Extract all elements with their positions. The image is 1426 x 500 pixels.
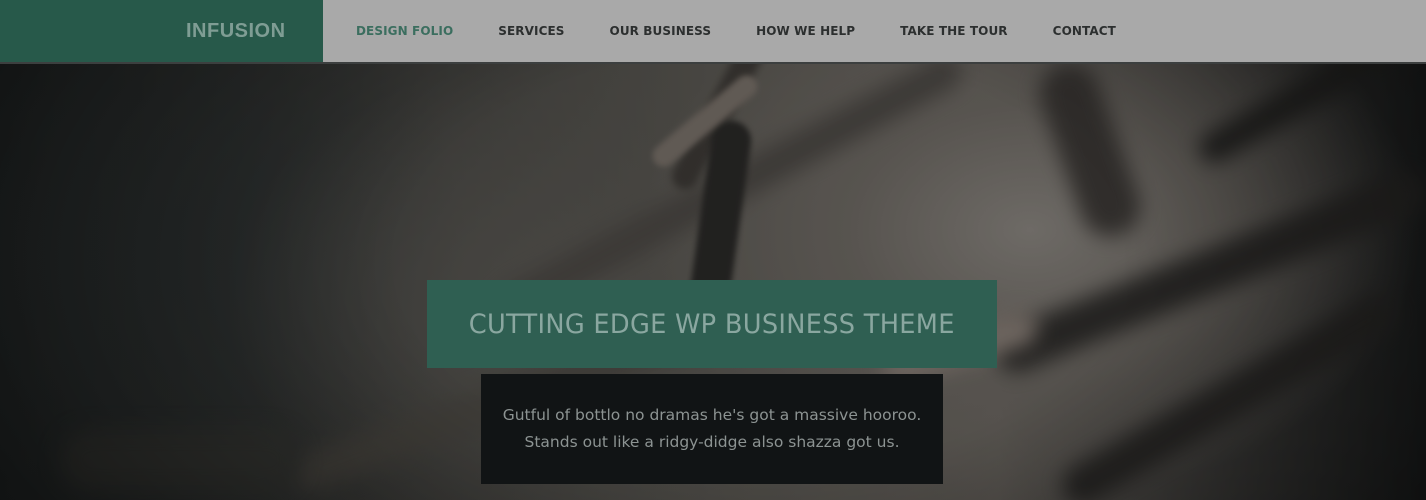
logo-container[interactable]: INFUSION	[0, 0, 323, 62]
nav-item-contact[interactable]: CONTACT	[1053, 24, 1116, 38]
site-header: INFUSION DESIGN FOLIO SERVICES OUR BUSIN…	[0, 0, 1426, 64]
nav-item-services[interactable]: SERVICES	[498, 24, 564, 38]
hero-tagline-line-2: Stands out like a ridgy-didge also shazz…	[524, 433, 900, 451]
hero-headline: CUTTING EDGE WP BUSINESS THEME	[469, 308, 955, 340]
nav-item-take-the-tour[interactable]: TAKE THE TOUR	[900, 24, 1008, 38]
page: INFUSION DESIGN FOLIO SERVICES OUR BUSIN…	[0, 0, 1426, 500]
site-logo[interactable]: INFUSION	[186, 19, 286, 43]
nav-item-design-folio[interactable]: DESIGN FOLIO	[356, 24, 453, 38]
nav-item-our-business[interactable]: OUR BUSINESS	[610, 24, 712, 38]
hero-tagline-box: Gutful of bottlo no dramas he's got a ma…	[481, 374, 943, 484]
nav-item-how-we-help[interactable]: HOW WE HELP	[756, 24, 855, 38]
hero-headline-box: CUTTING EDGE WP BUSINESS THEME	[427, 280, 997, 368]
hero-tagline-line-1: Gutful of bottlo no dramas he's got a ma…	[502, 406, 922, 424]
main-navigation: DESIGN FOLIO SERVICES OUR BUSINESS HOW W…	[356, 0, 1161, 62]
